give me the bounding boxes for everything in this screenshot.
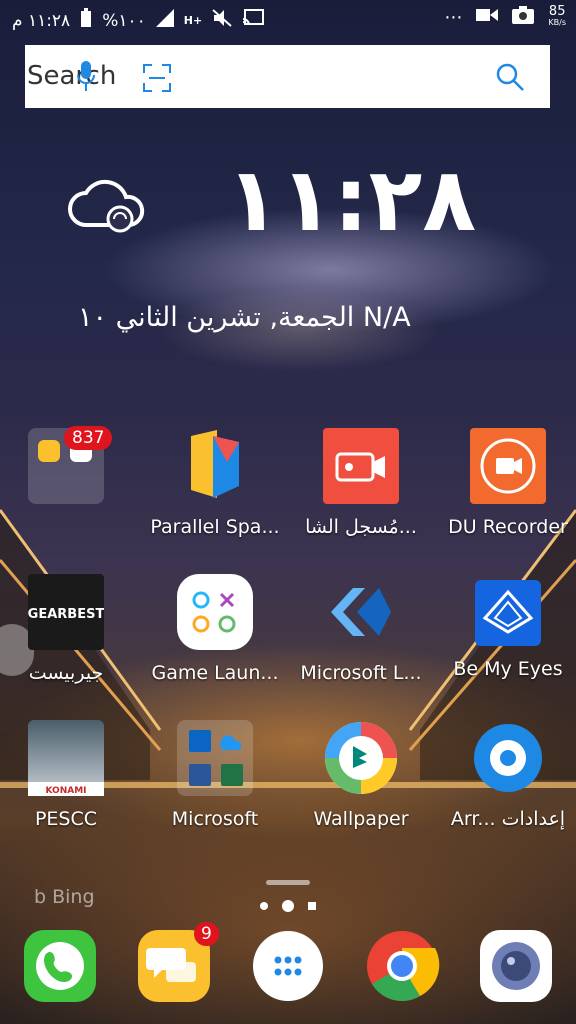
app-label: جيربيست xyxy=(28,662,104,684)
cast-icon xyxy=(242,9,265,32)
wallpaper-icon xyxy=(323,720,399,796)
signal-icon xyxy=(155,9,174,32)
app-drawer-icon xyxy=(253,931,323,1001)
bing-label: Bing xyxy=(52,886,95,908)
folder-icon xyxy=(177,720,253,796)
dock-camera[interactable] xyxy=(478,928,554,1004)
search-icon[interactable] xyxy=(496,63,524,95)
phone-icon xyxy=(24,930,96,1002)
app-game-launcher[interactable]: Game Laun... xyxy=(145,574,285,684)
more-icon: ⋯ xyxy=(444,6,463,28)
app-label: Parallel Spa... xyxy=(150,516,280,538)
bing-logo: b Bing xyxy=(34,886,95,908)
du-recorder-icon xyxy=(470,428,546,504)
battery-level: %١٠٠ xyxy=(102,10,146,31)
dock: 9 xyxy=(0,922,576,1008)
dock-app-drawer[interactable] xyxy=(250,928,326,1004)
app-folder-1[interactable]: 837 xyxy=(0,426,136,504)
microsoft-launcher-icon xyxy=(323,574,399,650)
game-launcher-icon xyxy=(177,574,253,650)
camera-icon xyxy=(512,6,535,28)
app-settings[interactable]: Arr... إعدادات xyxy=(438,720,576,830)
app-parallel-space[interactable]: Parallel Spa... xyxy=(145,428,285,538)
camera-app-icon xyxy=(480,930,552,1002)
dock-messages[interactable]: 9 xyxy=(136,922,219,1004)
app-pescc[interactable]: KONAMI PESCC xyxy=(0,720,136,830)
bing-icon: b xyxy=(34,886,47,908)
notification-badge: 837 xyxy=(64,426,113,450)
app-gearbest[interactable]: GEARBEST جيربيست xyxy=(0,574,136,684)
parallel-space-icon xyxy=(177,428,253,504)
drawer-handle[interactable] xyxy=(266,880,310,885)
clock-time[interactable]: ١١:٢٨ xyxy=(226,148,476,251)
app-label: Be My Eyes xyxy=(453,658,563,680)
cloud-sync-icon[interactable] xyxy=(66,175,146,241)
page-indicator xyxy=(258,896,322,920)
app-du-recorder[interactable]: DU Recorder xyxy=(438,428,576,538)
mic-icon[interactable] xyxy=(77,59,95,97)
video-icon xyxy=(476,7,499,27)
settings-gear-icon xyxy=(470,720,546,796)
network-speed: 85 KB/s xyxy=(548,5,566,28)
pescc-icon: KONAMI xyxy=(28,720,104,796)
dock-phone[interactable] xyxy=(22,928,98,1004)
mute-icon xyxy=(212,9,232,32)
app-wallpaper[interactable]: Wallpaper xyxy=(291,720,431,830)
app-label: مُسجل الشا... xyxy=(305,516,417,538)
app-label: DU Recorder xyxy=(448,516,568,538)
speed-unit: KB/s xyxy=(548,18,566,27)
clock-date[interactable]: الجمعة, تشرين الثاني ١٠ N/A xyxy=(78,302,411,333)
be-my-eyes-icon xyxy=(475,580,541,646)
gearbest-logo-text: GEARBEST xyxy=(28,607,104,622)
app-label: Game Laun... xyxy=(151,662,279,684)
battery-icon xyxy=(80,8,92,33)
konami-logo-text: KONAMI xyxy=(45,786,86,796)
search-label: Search xyxy=(27,61,117,91)
app-label: Arr... إعدادات xyxy=(450,808,566,830)
app-be-my-eyes[interactable]: Be My Eyes xyxy=(438,574,576,680)
app-label: Wallpaper xyxy=(313,808,409,830)
status-bar: ١١:٢٨ م %١٠٠ H+ ⋯ 85 KB/s xyxy=(0,0,576,38)
app-label: Microsoft L... xyxy=(300,662,422,684)
search-bar[interactable]: Search xyxy=(25,45,550,108)
app-label: Microsoft xyxy=(171,808,259,830)
scan-icon[interactable] xyxy=(143,64,171,96)
chrome-icon xyxy=(367,931,440,1001)
app-microsoft-launcher[interactable]: Microsoft L... xyxy=(291,574,431,684)
network-type: H+ xyxy=(183,14,203,27)
messages-badge: 9 xyxy=(194,922,219,946)
screen-recorder-icon xyxy=(323,428,399,504)
gearbest-icon: GEARBEST xyxy=(28,574,104,650)
app-label: PESCC xyxy=(34,808,98,830)
app-screen-recorder[interactable]: مُسجل الشا... xyxy=(291,428,431,538)
dock-chrome[interactable] xyxy=(364,928,440,1004)
status-time: ١١:٢٨ م xyxy=(12,10,71,31)
app-microsoft-folder[interactable]: Microsoft xyxy=(145,720,285,830)
